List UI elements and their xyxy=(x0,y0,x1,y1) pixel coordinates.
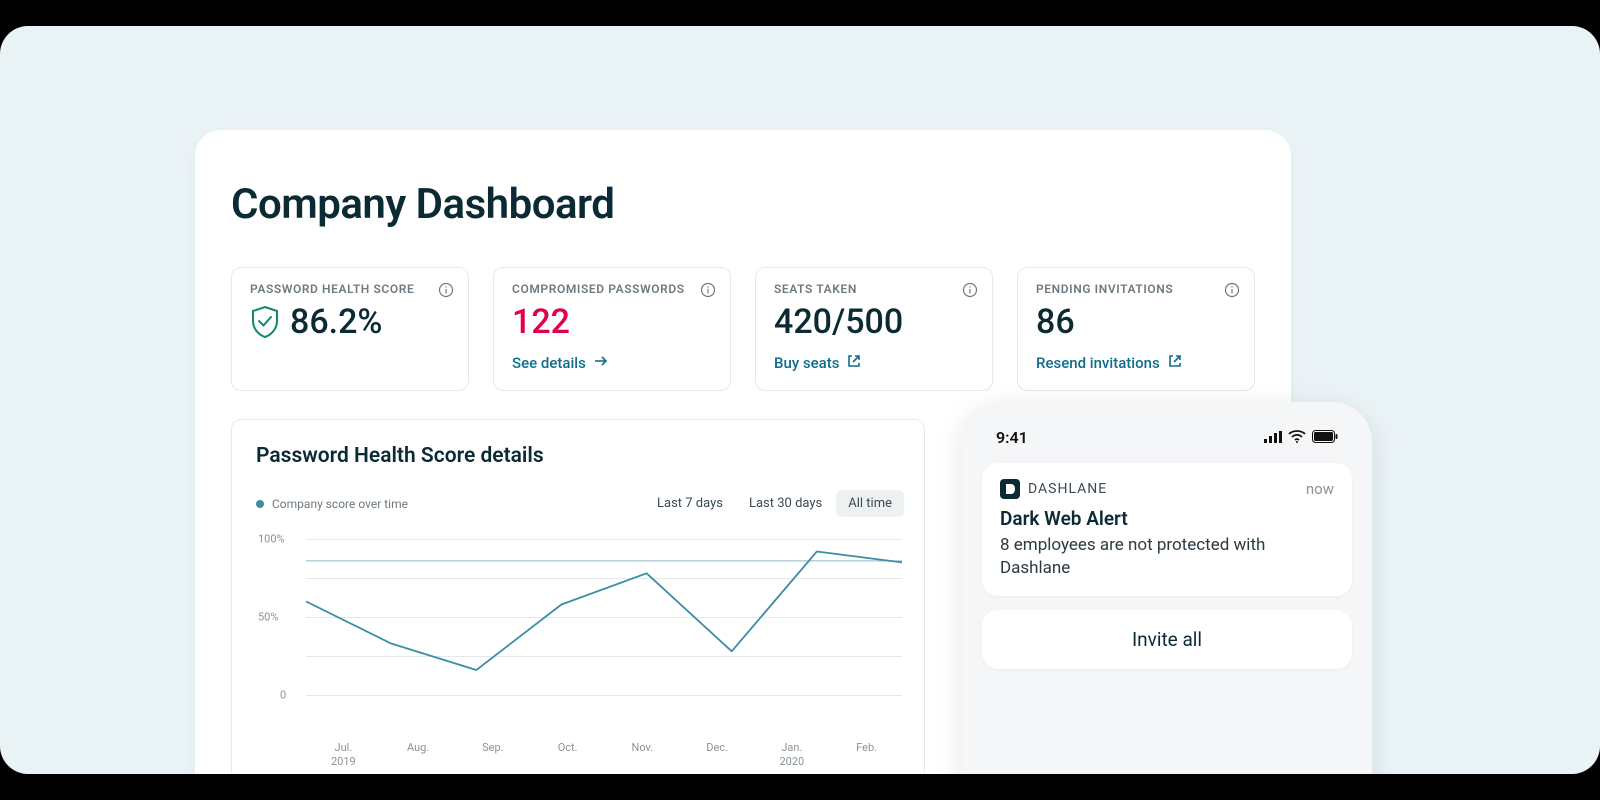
x-tick: Dec. xyxy=(680,741,755,769)
resend-invitations-link[interactable]: Resend invitations xyxy=(1036,354,1182,372)
invite-all-button[interactable]: Invite all xyxy=(982,610,1352,669)
buy-seats-link[interactable]: Buy seats xyxy=(774,354,861,372)
metric-cards-row: PASSWORD HEALTH SCORE 86.2% COMPROMISED … xyxy=(231,267,1255,391)
card-value: 86 xyxy=(1036,302,1236,342)
range-tabs: Last 7 days Last 30 days All time xyxy=(645,490,904,517)
x-tick: Sep. xyxy=(456,741,531,769)
card-password-health: PASSWORD HEALTH SCORE 86.2% xyxy=(231,267,469,391)
card-value: 420/500 xyxy=(774,302,974,342)
card-value-text: 86.2% xyxy=(290,302,382,342)
external-link-icon xyxy=(847,354,861,372)
card-value: 122 xyxy=(512,302,712,342)
y-tick-100: 100% xyxy=(258,533,285,546)
info-icon[interactable] xyxy=(438,282,454,298)
line-chart xyxy=(306,525,902,705)
card-value-text: 86 xyxy=(1036,302,1075,342)
tab-last-7-days[interactable]: Last 7 days xyxy=(645,490,735,517)
page-title: Company Dashboard xyxy=(231,180,1255,229)
see-details-link[interactable]: See details xyxy=(512,354,608,372)
y-tick-50: 50% xyxy=(258,611,278,624)
chart-legend: Company score over time xyxy=(256,497,408,511)
phone-status-icons xyxy=(1264,428,1338,447)
x-tick: Jan. 2020 xyxy=(755,741,830,769)
legend-dot-icon xyxy=(256,500,264,508)
notification-title: Dark Web Alert xyxy=(1000,507,1334,530)
card-compromised-passwords: COMPROMISED PASSWORDS 122 See details xyxy=(493,267,731,391)
notification-header: DASHLANE now xyxy=(1000,479,1334,499)
info-icon[interactable] xyxy=(1224,282,1240,298)
legend-text: Company score over time xyxy=(272,497,408,511)
chart-plot-area: 100% 50% 0 xyxy=(262,525,902,735)
info-icon[interactable] xyxy=(962,282,978,298)
link-text: Buy seats xyxy=(774,354,839,372)
card-value-text: 420/500 xyxy=(774,302,903,342)
notification-app-name: DASHLANE xyxy=(1028,481,1107,497)
card-value: 86.2% xyxy=(250,302,450,342)
wifi-icon xyxy=(1288,428,1306,447)
chart-title: Password Health Score details xyxy=(256,444,904,468)
x-tick: Jul. 2019 xyxy=(306,741,381,769)
card-pending-invitations: PENDING INVITATIONS 86 Resend invitation… xyxy=(1017,267,1255,391)
arrow-right-icon xyxy=(594,354,608,372)
x-axis-labels: Jul. 2019Aug.Sep.Oct.Nov.Dec.Jan. 2020Fe… xyxy=(306,741,904,769)
dashlane-app-icon xyxy=(1000,479,1020,499)
tab-last-30-days[interactable]: Last 30 days xyxy=(737,490,834,517)
tab-all-time[interactable]: All time xyxy=(836,490,904,517)
notification-body: 8 employees are not protected with Dashl… xyxy=(1000,534,1334,580)
shield-check-icon xyxy=(250,305,280,339)
password-health-chart-card: Password Health Score details Company sc… xyxy=(231,419,925,774)
info-icon[interactable] xyxy=(700,282,716,298)
chart-header-row: Company score over time Last 7 days Last… xyxy=(256,490,904,517)
x-tick: Nov. xyxy=(605,741,680,769)
cellular-icon xyxy=(1264,428,1282,447)
phone-time: 9:41 xyxy=(996,428,1028,447)
notification-card[interactable]: DASHLANE now Dark Web Alert 8 employees … xyxy=(982,463,1352,596)
x-tick: Oct. xyxy=(530,741,605,769)
battery-icon xyxy=(1312,428,1338,447)
card-seats-taken: SEATS TAKEN 420/500 Buy seats xyxy=(755,267,993,391)
notification-time: now xyxy=(1306,480,1334,498)
phone-mock: 9:41 DASHLANE now Dark Web Alert 8 emplo… xyxy=(962,402,1372,774)
stage: Company Dashboard PASSWORD HEALTH SCORE … xyxy=(0,26,1600,774)
notification-app: DASHLANE xyxy=(1000,479,1107,499)
y-tick-0: 0 xyxy=(280,689,286,702)
card-label: COMPROMISED PASSWORDS xyxy=(512,282,712,296)
external-link-icon xyxy=(1168,354,1182,372)
phone-status-bar: 9:41 xyxy=(982,424,1352,463)
link-text: Resend invitations xyxy=(1036,354,1160,372)
x-tick: Feb. xyxy=(829,741,904,769)
card-label: PENDING INVITATIONS xyxy=(1036,282,1236,296)
link-text: See details xyxy=(512,354,586,372)
x-tick: Aug. xyxy=(381,741,456,769)
card-value-text: 122 xyxy=(512,302,570,342)
card-label: PASSWORD HEALTH SCORE xyxy=(250,282,450,296)
card-label: SEATS TAKEN xyxy=(774,282,974,296)
